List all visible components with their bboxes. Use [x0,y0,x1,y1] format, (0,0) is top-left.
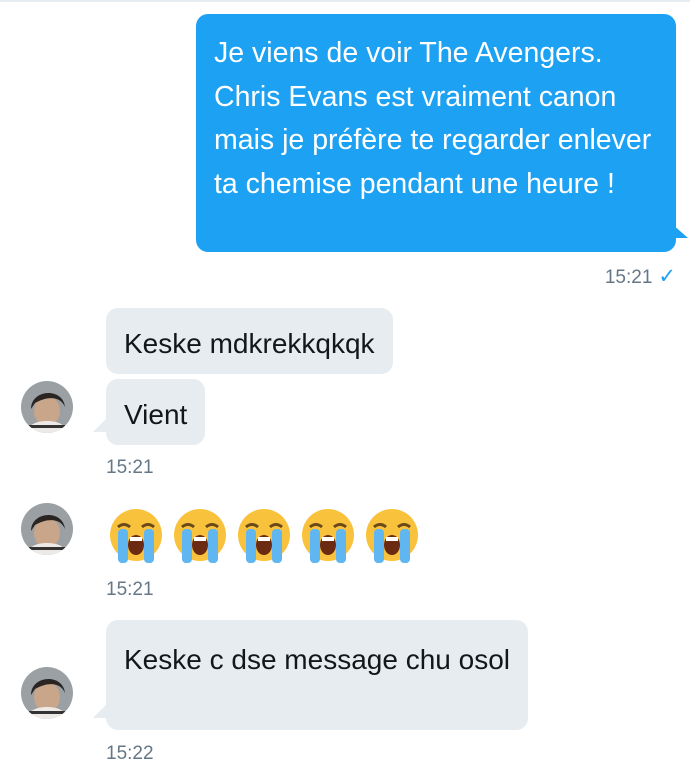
contact-avatar[interactable] [21,381,73,433]
sent-bubble-tail [672,224,688,238]
emoji-message[interactable] [108,507,428,567]
avatar-photo-icon [21,381,73,433]
loudly-crying-face-icon [366,509,418,563]
loudly-crying-face-icon [302,509,354,563]
header-divider [0,0,690,2]
message-time: 15:22 [106,743,154,764]
contact-avatar[interactable] [21,503,73,555]
loudly-crying-face-icon [110,509,162,563]
read-check-icon: ✓ [658,265,676,288]
avatar-photo-icon [21,503,73,555]
received-bubble-tail [93,418,107,432]
sent-message-meta: 15:21 ✓ [605,264,676,289]
conversation-view: Je viens de voir The Avengers. Chris Eva… [0,0,690,769]
received-bubble-tail [93,704,107,718]
received-message-bubble[interactable]: Vient [106,379,206,445]
sent-message-time: 15:21 [604,267,653,288]
avatar-photo-icon [21,667,73,719]
contact-avatar[interactable] [21,667,73,719]
sent-message-bubble[interactable]: Je viens de voir The Avengers. Chris Eva… [196,14,676,252]
loudly-crying-face-icon [238,509,290,563]
message-time: 15:21 [106,579,154,600]
received-message-bubble[interactable]: Keske mdkrekkqkqk [106,308,393,374]
received-message-bubble[interactable]: Keske c dse message chu osol [106,620,528,730]
message-time: 15:21 [106,457,154,478]
loudly-crying-face-icon [174,509,226,563]
